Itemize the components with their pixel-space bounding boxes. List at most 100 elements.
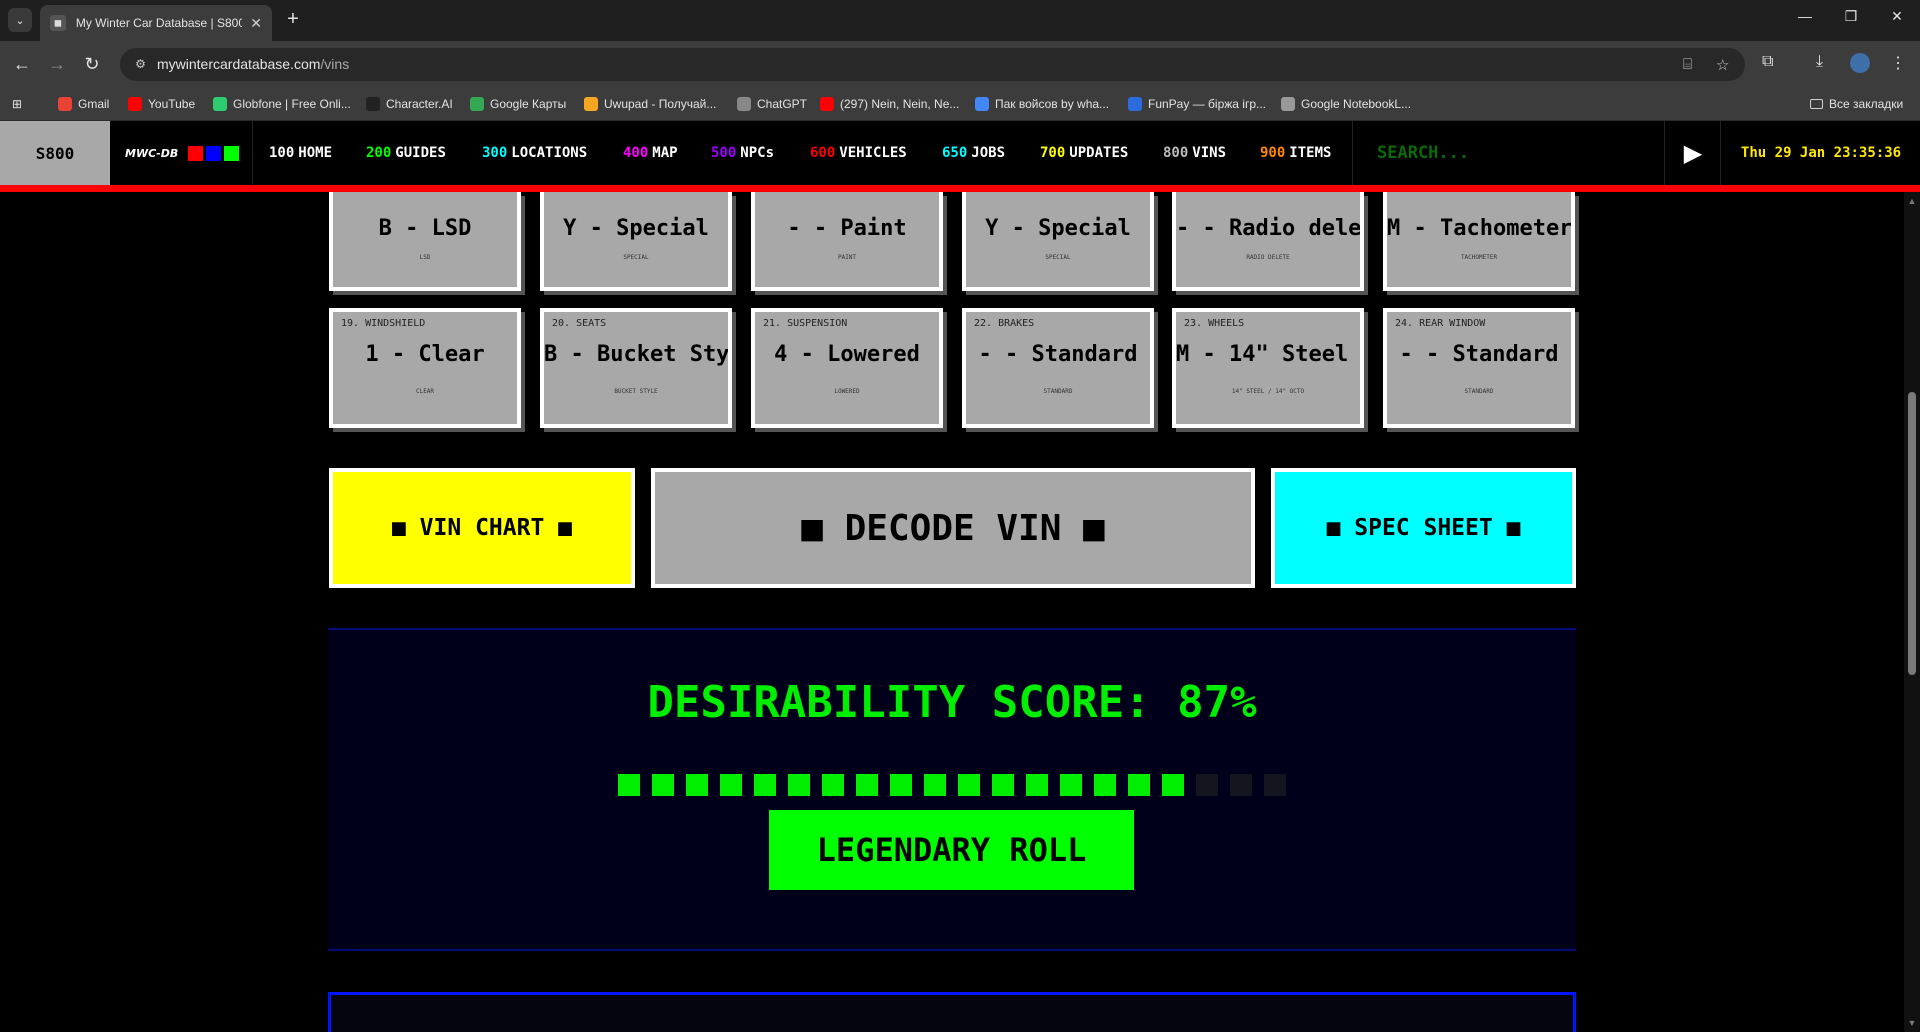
download-icon[interactable]: ⤓ — [1816, 53, 1823, 71]
bookmark-favicon-icon — [213, 97, 227, 111]
nav-item-number: 600 — [810, 145, 836, 161]
vin-cell-index: 24. REAR WINDOW — [1395, 318, 1486, 329]
vin-cell-code: 1 - Clear — [365, 342, 485, 367]
nav-item-vehicles[interactable]: 600 VEHICLES — [810, 121, 907, 185]
nav-item-map[interactable]: 400 MAP — [623, 121, 678, 185]
nav-item-guides[interactable]: 200 GUIDES — [366, 121, 446, 185]
vin-cell-code: B - Bucket Style — [544, 342, 728, 367]
nav-item-items[interactable]: 900 ITEMS — [1260, 121, 1331, 185]
nav-item-npcs[interactable]: 500 NPCs — [711, 121, 774, 185]
vin-cell-desc: SPECIAL — [1045, 254, 1071, 261]
next-section-box — [328, 992, 1576, 1032]
restore-icon[interactable]: ❐ — [1836, 8, 1866, 25]
meter-segment-filled — [890, 774, 912, 796]
bookmark-label: Пак войсов by wha... — [995, 97, 1110, 111]
extensions-icon[interactable]: ⧉ — [1762, 53, 1773, 71]
nav-item-label: VEHICLES — [839, 145, 907, 161]
reload-icon[interactable]: ↻ — [80, 52, 104, 76]
vin-cell-index: 20. SEATS — [552, 318, 607, 329]
bookmark-label: Uwupad - Получай... — [604, 97, 717, 111]
bookmark-label: Character.AI — [386, 97, 453, 111]
nav-item-vins[interactable]: 800 VINS — [1163, 121, 1226, 185]
brand-square-red — [188, 145, 204, 161]
address-bar[interactable]: ⚙ mywintercardatabase.com/vins ⌸ ☆ — [120, 48, 1745, 81]
nav-item-number: 700 — [1040, 145, 1066, 161]
vin-cell-index: 21. SUSPENSION — [763, 318, 848, 329]
vin-cell[interactable]: 24. REAR WINDOW - - Standard STANDARD — [1383, 308, 1575, 428]
bookmark-item[interactable]: Globfone | Free Onli... — [213, 94, 351, 114]
bookmark-item[interactable]: FunPay — біржа ігр... — [1128, 94, 1266, 114]
url-path: /vins — [320, 56, 350, 72]
vin-cell-code: Y - Special — [985, 216, 1131, 241]
brand-text: MWC-DB — [125, 146, 179, 160]
tab-list-chevron-icon[interactable]: ⌄ — [8, 8, 32, 32]
desirability-panel: DESIRABILITY SCORE: 87% LEGENDARY ROLL — [328, 628, 1576, 951]
vin-cell-desc: BUCKET STYLE — [614, 388, 658, 395]
bookmark-item[interactable]: (297) Nein, Nein, Ne... — [820, 94, 959, 114]
profile-avatar[interactable] — [1850, 53, 1870, 73]
vin-cell[interactable]: 19. WINDSHIELD 1 - Clear CLEAR — [329, 308, 521, 428]
forward-arrow-icon[interactable]: → — [45, 52, 69, 76]
window-close-icon[interactable]: ✕ — [1882, 8, 1912, 25]
site-favicon-icon: ◼ — [50, 15, 66, 31]
back-arrow-icon[interactable]: ← — [10, 52, 34, 76]
bookmark-item[interactable]: Google Карты — [470, 94, 566, 114]
bookmark-item[interactable]: Google NotebookL... — [1281, 94, 1411, 114]
vin-cell[interactable]: Y - Special SPECIAL — [540, 192, 732, 291]
nav-item-updates[interactable]: 700 UPDATES — [1040, 121, 1128, 185]
spec-sheet-button[interactable]: ■ SPEC SHEET ■ — [1271, 468, 1576, 588]
bookmark-label: FunPay — біржа ігр... — [1148, 97, 1266, 111]
bookmark-item[interactable]: Uwupad - Получай... — [584, 94, 716, 114]
vin-cell[interactable]: 23. WHEELS M - 14" Steel / 14" Octo 14" ST… — [1172, 308, 1364, 428]
search-input[interactable]: SEARCH... — [1352, 121, 1665, 185]
decode-vin-button[interactable]: ■ DECODE VIN ■ — [651, 468, 1255, 588]
site-info-icon[interactable]: ⚙ — [132, 56, 149, 73]
bookmark-item[interactable]: Пак войсов by wha... — [975, 94, 1109, 114]
vin-cell[interactable]: 20. SEATS B - Bucket Style BUCKET STYLE — [540, 308, 732, 428]
play-icon[interactable]: ▶ — [1666, 121, 1721, 185]
desirability-score: DESIRABILITY SCORE: 87% — [647, 677, 1257, 728]
vin-cell-code: 4 - Lowered — [774, 342, 920, 367]
vin-chart-button[interactable]: ■ VIN CHART ■ — [329, 468, 635, 588]
bookmark-label: Google Карты — [490, 97, 567, 111]
browser-toolbar: ← → ↻ ⚙ mywintercardatabase.com/vins ⌸ ☆… — [0, 41, 1920, 87]
more-menu-icon[interactable]: ⋮ — [1890, 53, 1906, 73]
scroll-thumb[interactable] — [1908, 392, 1916, 675]
all-bookmarks[interactable]: Все закладки — [1810, 94, 1903, 114]
bookmark-star-icon[interactable]: ☆ — [1716, 56, 1729, 74]
page-scrollbar[interactable]: ▲ ▼ — [1904, 192, 1920, 1032]
bookmark-label: Google NotebookL... — [1301, 97, 1412, 111]
nav-item-jobs[interactable]: 650 JOBS — [942, 121, 1005, 185]
vin-cell[interactable]: B - LSD LSD — [329, 192, 521, 291]
bookmark-favicon-icon — [366, 97, 380, 111]
bookmark-item[interactable]: ChatGPT — [737, 94, 807, 114]
nav-item-label: ITEMS — [1289, 145, 1332, 161]
bookmark-label: ChatGPT — [757, 97, 808, 111]
browser-tab-bar: ⌄ ◼ My Winter Car Database | S800 ✕ + — … — [0, 0, 1920, 41]
vin-cell[interactable]: 22. BRAKES - - Standard STANDARD — [962, 308, 1154, 428]
minimize-icon[interactable]: — — [1790, 8, 1820, 24]
scroll-up-icon[interactable]: ▲ — [1907, 196, 1917, 206]
site-logo[interactable]: S800 — [0, 121, 110, 185]
nav-item-home[interactable]: 100 HOME — [269, 121, 332, 185]
translate-icon[interactable]: ⌸ — [1683, 56, 1692, 73]
vin-cell[interactable]: 21. SUSPENSION 4 - Lowered LOWERED — [751, 308, 943, 428]
tab-close-icon[interactable]: ✕ — [250, 15, 262, 32]
url-domain: mywintercardatabase.com — [157, 56, 321, 72]
meter-segment-filled — [1060, 774, 1082, 796]
vin-cell-desc: LOWERED — [834, 388, 860, 395]
bookmark-item[interactable]: Gmail — [58, 94, 109, 114]
bookmark-item[interactable]: Character.AI — [366, 94, 453, 114]
new-tab-plus-icon[interactable]: + — [282, 9, 304, 31]
browser-tab-active[interactable]: ◼ My Winter Car Database | S800 ✕ — [40, 5, 272, 41]
vin-cell[interactable]: - - Radio delete RADIO DELETE — [1172, 192, 1364, 291]
nav-item-label: HOME — [298, 145, 333, 161]
vin-cell[interactable]: - - Paint PAINT — [751, 192, 943, 291]
apps-grid-icon[interactable]: ⊞ — [12, 94, 22, 114]
nav-item-locations[interactable]: 300 LOCATIONS — [482, 121, 587, 185]
vin-cell[interactable]: M - Tachometer TACHOMETER — [1383, 192, 1575, 291]
scroll-down-icon[interactable]: ▼ — [1907, 1018, 1917, 1028]
brand-square-green — [224, 145, 240, 161]
vin-cell[interactable]: Y - Special SPECIAL — [962, 192, 1154, 291]
bookmark-item[interactable]: YouTube — [128, 94, 195, 114]
